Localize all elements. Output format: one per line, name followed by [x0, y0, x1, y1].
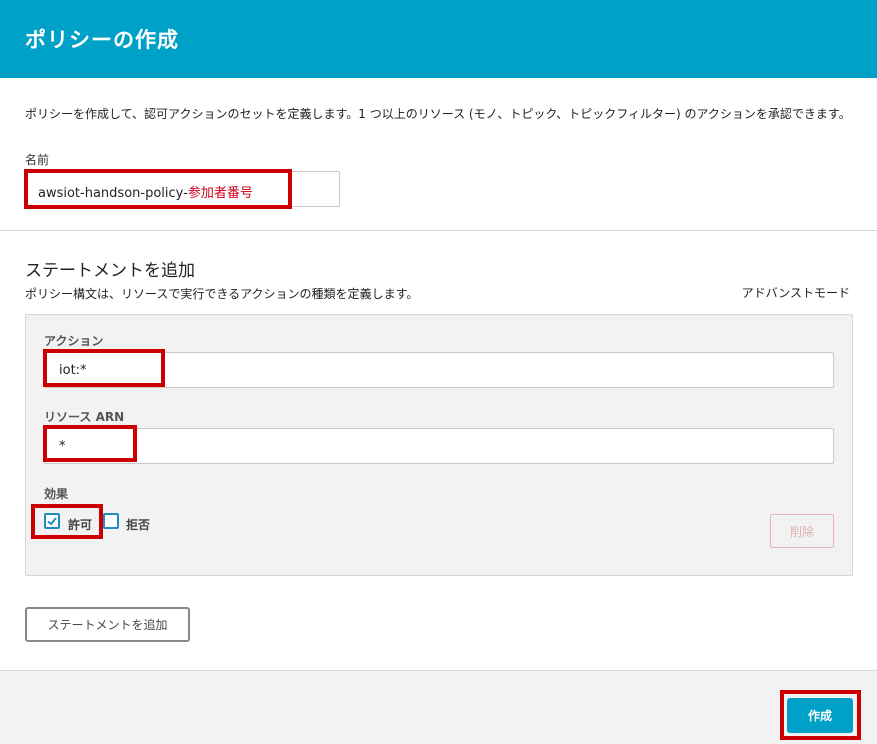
- action-input[interactable]: iot:*: [44, 352, 834, 388]
- create-button[interactable]: 作成: [787, 698, 853, 733]
- section-divider: [0, 230, 877, 231]
- statement-panel: アクション iot:* リソース ARN * 効果 許可 拒否 削除: [25, 314, 853, 576]
- policy-name-input[interactable]: awsiot-handson-policy-参加者番号: [25, 171, 340, 207]
- advanced-mode-link[interactable]: アドバンストモード: [742, 284, 850, 301]
- policy-name-value: awsiot-handson-policy-参加者番号: [38, 182, 253, 201]
- allow-label: 許可: [68, 518, 93, 532]
- resource-arn-input[interactable]: *: [44, 428, 834, 464]
- delete-statement-button[interactable]: 削除: [770, 514, 834, 548]
- policy-name-text: awsiot-handson-policy-: [38, 186, 188, 201]
- deny-checkbox[interactable]: [103, 513, 119, 529]
- form-description: ポリシーを作成して、認可アクションのセットを定義します。1 つ以上のリソース (…: [25, 107, 851, 121]
- allow-checkbox[interactable]: [44, 513, 60, 529]
- action-value: iot:*: [59, 363, 87, 378]
- page-title: ポリシーの作成: [25, 28, 179, 52]
- resource-arn-label: リソース ARN: [44, 410, 125, 424]
- page-header: ポリシーの作成: [0, 0, 877, 78]
- add-statement-description: ポリシー構文は、リソースで実行できるアクションの種類を定義します。: [25, 287, 419, 301]
- add-statement-button[interactable]: ステートメントを追加: [25, 607, 190, 642]
- effect-label: 効果: [44, 487, 69, 501]
- resource-arn-value: *: [59, 439, 66, 454]
- action-label: アクション: [44, 334, 104, 348]
- add-statement-title: ステートメントを追加: [25, 261, 195, 281]
- checkmark-icon: [47, 517, 57, 526]
- participant-number-annotation: 参加者番号: [187, 186, 253, 201]
- name-label: 名前: [25, 153, 50, 167]
- deny-label: 拒否: [126, 518, 151, 532]
- footer-bar: [0, 671, 877, 744]
